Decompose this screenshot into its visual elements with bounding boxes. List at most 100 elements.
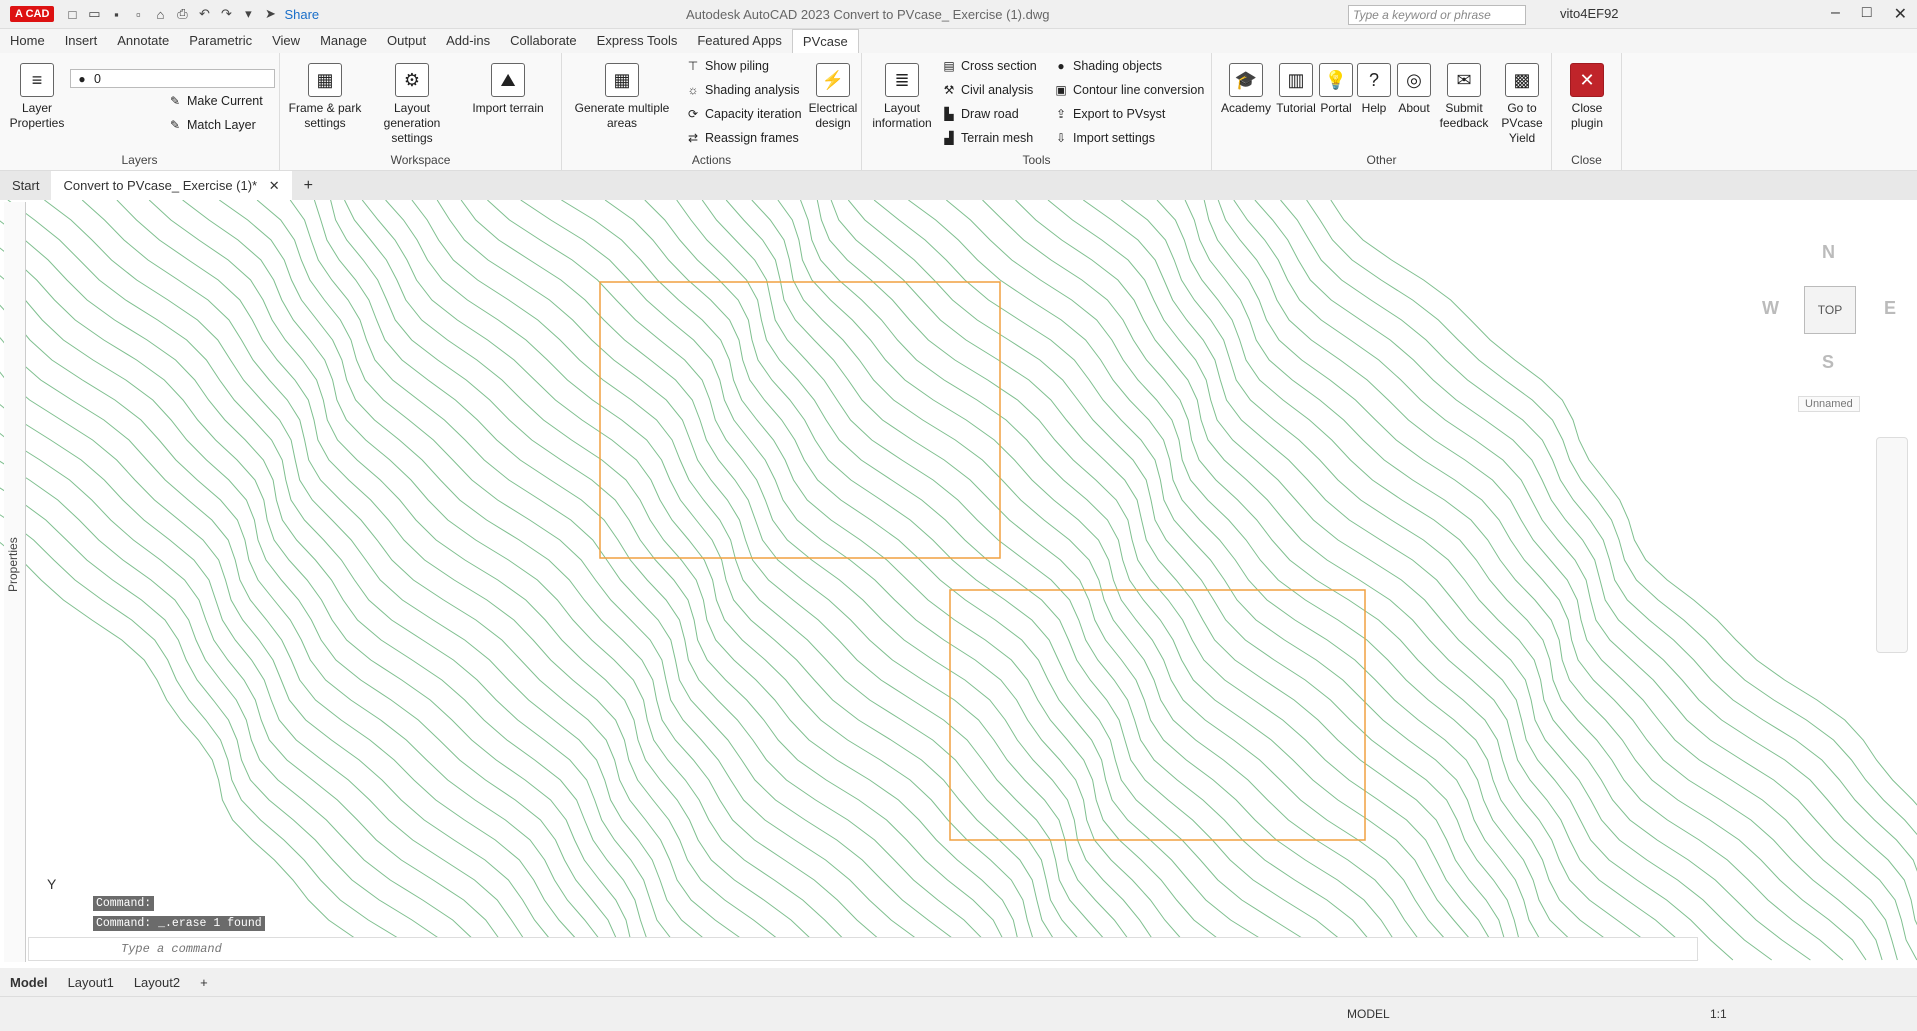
import-settings-button[interactable]: ⇩ Import settings xyxy=(1054,131,1155,145)
drawing-canvas[interactable] xyxy=(0,199,1917,964)
add-layout-icon[interactable]: + xyxy=(190,975,218,990)
viewcube-top[interactable]: TOP xyxy=(1804,286,1856,334)
contour-line xyxy=(361,199,1048,961)
road-icon: ▙ xyxy=(944,107,954,121)
match-layer-button[interactable]: ✎ Match Layer xyxy=(168,118,256,132)
layout-generation-button[interactable]: ⚙ Layout generation settings xyxy=(364,63,460,146)
contour-line xyxy=(0,460,490,961)
ucs-dropdown[interactable]: Unnamed xyxy=(1798,396,1860,412)
tab-output[interactable]: Output xyxy=(377,29,436,53)
contour-line xyxy=(908,199,1598,961)
undo-icon[interactable]: ↶ xyxy=(196,6,212,22)
workspace-panel: ▦ Frame & park settings ⚙ Layout generatio… xyxy=(280,53,562,171)
share-icon[interactable]: ➤ xyxy=(262,6,278,22)
tab-home[interactable]: Home xyxy=(0,29,55,53)
minimize-icon[interactable]: – xyxy=(1831,4,1840,24)
compass-north[interactable]: N xyxy=(1822,242,1835,263)
frame-park-button[interactable]: ▦ Frame & park settings xyxy=(284,63,366,131)
sun-icon: ☼ xyxy=(687,83,699,97)
contour-line xyxy=(644,199,1330,961)
compass-east[interactable]: E xyxy=(1884,298,1896,319)
close-tab-icon[interactable]: ✕ xyxy=(269,178,280,193)
tab-manage[interactable]: Manage xyxy=(310,29,377,53)
web-icon[interactable]: ⌂ xyxy=(152,6,168,22)
tab-model[interactable]: Model xyxy=(0,975,58,990)
site-boundary[interactable] xyxy=(599,281,1001,559)
contour-line xyxy=(0,371,570,961)
import-terrain-button[interactable]: ⛰ Import terrain xyxy=(466,63,550,116)
redo-icon[interactable]: ↷ xyxy=(218,6,234,22)
pvcase-yield-button[interactable]: ▩ Go to PVcase Yield xyxy=(1490,63,1554,146)
layout-information-button[interactable]: ≣ Layout information xyxy=(866,63,938,131)
frame-icon: ▦ xyxy=(308,63,342,97)
maximize-icon[interactable]: □ xyxy=(1862,4,1872,24)
properties-palette[interactable]: Properties xyxy=(4,202,26,962)
site-boundary[interactable] xyxy=(949,589,1366,841)
model-space-toggle[interactable]: MODEL xyxy=(1347,1007,1390,1021)
tab-annotate[interactable]: Annotate xyxy=(107,29,179,53)
contour-conversion-button[interactable]: ▣ Contour line conversion xyxy=(1054,83,1204,97)
capacity-iteration-button[interactable]: ⟳ Capacity iteration xyxy=(686,107,802,121)
dropdown-icon[interactable]: ▾ xyxy=(240,6,256,22)
generate-areas-button[interactable]: ▦ Generate multiple areas xyxy=(572,63,672,131)
shading-analysis-button[interactable]: ☼ Shading analysis xyxy=(686,83,800,97)
tab-insert[interactable]: Insert xyxy=(55,29,108,53)
search-input[interactable]: Type a keyword or phrase xyxy=(1348,5,1526,25)
contour-line xyxy=(0,514,431,961)
civil-analysis-button[interactable]: ⚒ Civil analysis xyxy=(942,83,1034,97)
tab-collaborate[interactable]: Collaborate xyxy=(500,29,587,53)
new-icon[interactable]: □ xyxy=(64,6,80,22)
print-icon[interactable]: ⎙ xyxy=(174,6,190,22)
compass-south[interactable]: S xyxy=(1822,352,1834,373)
terrain-mesh-button[interactable]: ▟ Terrain mesh xyxy=(942,131,1033,145)
tab-layout2[interactable]: Layout2 xyxy=(124,975,190,990)
layer-properties-button[interactable]: ≡ Layer Properties xyxy=(8,63,66,131)
tab-featured-apps[interactable]: Featured Apps xyxy=(687,29,792,53)
save-icon[interactable]: ▪ xyxy=(108,6,124,22)
shading-objects-button[interactable]: ● Shading objects xyxy=(1054,59,1162,73)
make-current-button[interactable]: ✎ Make Current xyxy=(168,94,263,108)
show-piling-button[interactable]: ⊤ Show piling xyxy=(686,59,769,73)
contour-line xyxy=(1156,199,1844,961)
tab-layout1[interactable]: Layout1 xyxy=(58,975,124,990)
tab-pvcase[interactable]: PVcase xyxy=(791,29,859,53)
user-account[interactable]: vito4EF92 xyxy=(1560,6,1619,21)
viewcube[interactable]: N S E W TOP xyxy=(1760,238,1910,378)
electrical-design-button[interactable]: ⚡ Electrical design xyxy=(806,63,860,131)
tab-start[interactable]: Start xyxy=(0,178,51,193)
tab-addins[interactable]: Add-ins xyxy=(436,29,500,53)
layer-dropdown[interactable]: ● 0 xyxy=(70,69,275,88)
tree-icon: ● xyxy=(1057,59,1065,73)
contour-line xyxy=(0,403,543,961)
new-tab-icon[interactable]: + xyxy=(292,177,325,195)
import-icon: ⇩ xyxy=(1055,131,1067,145)
export-pvsyst-button[interactable]: ⇪ Export to PVsyst xyxy=(1054,107,1165,121)
open-icon[interactable]: ▭ xyxy=(86,6,102,22)
share-button[interactable]: Share xyxy=(284,7,319,22)
command-input[interactable] xyxy=(121,942,721,956)
autocad-logo[interactable]: A CAD xyxy=(10,6,55,22)
tab-active-drawing[interactable]: Convert to PVcase_ Exercise (1)* ✕ xyxy=(51,171,292,200)
close-plugin-button[interactable]: ✕ Close plugin xyxy=(1558,63,1616,131)
bulb-icon: 💡 xyxy=(1319,63,1353,97)
ribbon-tabs: Home Insert Annotate Parametric View Man… xyxy=(0,29,1917,53)
about-button[interactable]: ◎ About xyxy=(1390,63,1438,116)
tab-parametric[interactable]: Parametric xyxy=(179,29,262,53)
reassign-frames-button[interactable]: ⇄ Reassign frames xyxy=(686,131,799,145)
close-icon[interactable]: ✕ xyxy=(1894,4,1907,24)
saveas-icon[interactable]: ▫ xyxy=(130,6,146,22)
draw-road-button[interactable]: ▙ Draw road xyxy=(942,107,1018,121)
contour-line xyxy=(219,199,909,961)
submit-feedback-button[interactable]: ✉ Submit feedback xyxy=(1434,63,1494,131)
contour-line xyxy=(0,247,639,961)
compass-west[interactable]: W xyxy=(1762,298,1779,319)
layers-label[interactable]: Layers xyxy=(0,153,279,167)
tab-express-tools[interactable]: Express Tools xyxy=(587,29,688,53)
tab-view[interactable]: View xyxy=(262,29,310,53)
navigation-bar[interactable] xyxy=(1876,437,1908,653)
academy-button[interactable]: 🎓 Academy xyxy=(1218,63,1274,116)
contour-line xyxy=(344,199,1026,961)
annotation-scale[interactable]: 1:1 xyxy=(1710,1007,1727,1021)
cross-section-button[interactable]: ▤ Cross section xyxy=(942,59,1036,73)
window-controls: – □ ✕ xyxy=(1831,4,1907,24)
